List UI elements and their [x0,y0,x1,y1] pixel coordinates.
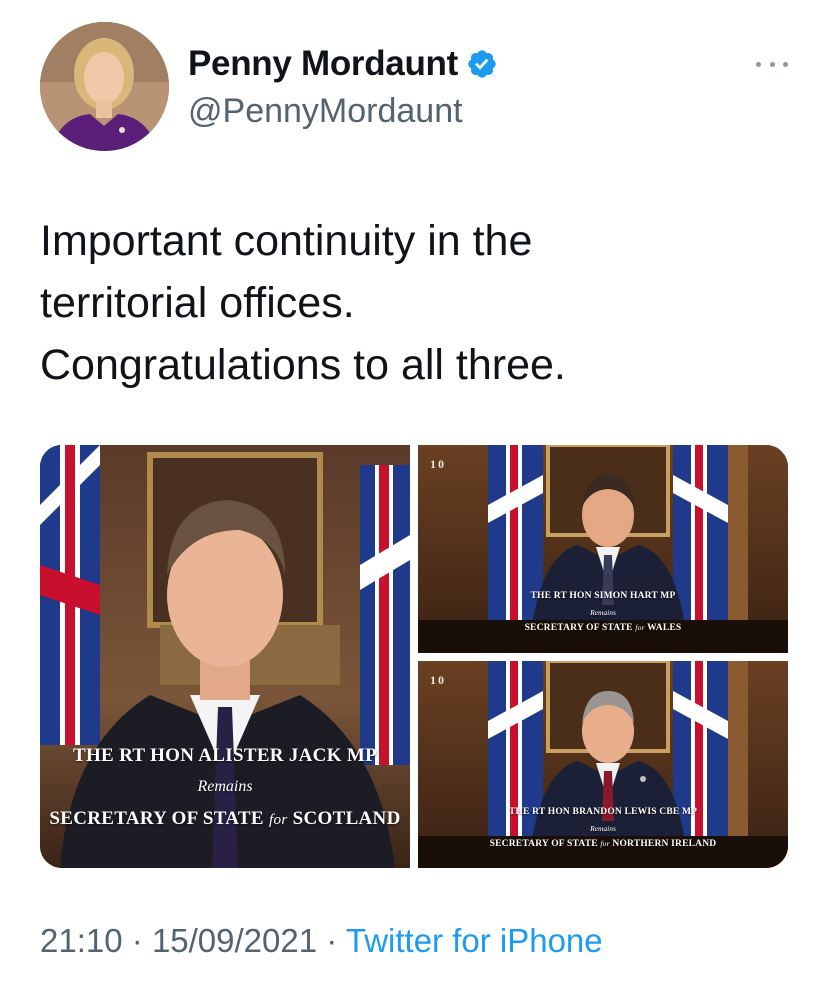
caption-name: THE RT HON BRANDON LEWIS CBE MP [508,807,698,817]
caption-name: THE RT HON SIMON HART MP [530,591,676,601]
caption-status: Remains [590,824,616,833]
caption-office-prefix: SECRETARY OF STATE [49,808,264,829]
photo-scene [40,445,410,868]
media-photo-alister-jack[interactable]: THE RT HON ALISTER JACK MP Remains SECRE… [40,445,410,868]
caption-office-region: SCOTLAND [292,808,401,829]
caption-office-for: for [635,623,645,632]
number-10-badge: 10 [430,673,446,687]
caption-office-region: WALES [647,623,682,633]
tweet-date[interactable]: 15/09/2021 [152,922,317,959]
tweet-source-link[interactable]: Twitter for iPhone [346,922,603,959]
photo-scene [418,445,788,653]
tweet-meta: 21:10 · 15/09/2021 · Twitter for iPhone [40,922,603,960]
author-name-row[interactable]: Penny Mordaunt [188,44,498,84]
media-photo-brandon-lewis[interactable]: 10 THE RT HON BRANDON LEWIS CBE MP Remai… [418,661,788,868]
tweet: Penny Mordaunt @PennyMordaunt Important … [0,0,828,986]
caption-office: SECRETARY OF STATE for WALES [418,623,788,633]
tweet-text: Important continuity in the territorial … [40,210,800,396]
number-10-badge: 10 [430,457,446,471]
caption-office-prefix: SECRETARY OF STATE [524,623,633,633]
caption-office: SECRETARY OF STATE for SCOTLAND [40,808,410,830]
caption-office-for: for [268,811,288,828]
caption-status: Remains [590,608,616,617]
tweet-media-grid: THE RT HON ALISTER JACK MP Remains SECRE… [40,445,788,868]
dot [769,61,775,67]
tweet-text-line: territorial offices. [40,279,355,327]
photo-scene [418,661,788,868]
author-handle[interactable]: @PennyMordaunt [188,92,463,131]
tweet-text-line: Congratulations to all three. [40,341,566,389]
tweet-text-line: Important continuity in the [40,217,533,265]
caption-status: Remains [197,778,253,795]
author-avatar[interactable] [40,22,169,151]
caption-office-prefix: SECRETARY OF STATE [489,839,598,849]
dot [783,61,788,67]
verified-badge-icon [468,50,496,78]
caption-office-region: NORTHERN IRELAND [612,839,717,849]
meta-separator: · [131,922,143,959]
more-options-icon[interactable] [756,58,788,70]
caption-name: THE RT HON ALISTER JACK MP [73,745,377,766]
caption-office-for: for [600,839,610,848]
author-display-name[interactable]: Penny Mordaunt [188,44,458,84]
caption-office: SECRETARY OF STATE for NORTHERN IRELAND [418,839,788,849]
dot [756,61,761,67]
media-photo-simon-hart[interactable]: 10 THE RT HON SIMON HART MP Remains SECR… [418,445,788,653]
meta-separator: · [326,922,338,959]
tweet-time[interactable]: 21:10 [40,922,123,959]
avatar-portrait [40,22,169,151]
